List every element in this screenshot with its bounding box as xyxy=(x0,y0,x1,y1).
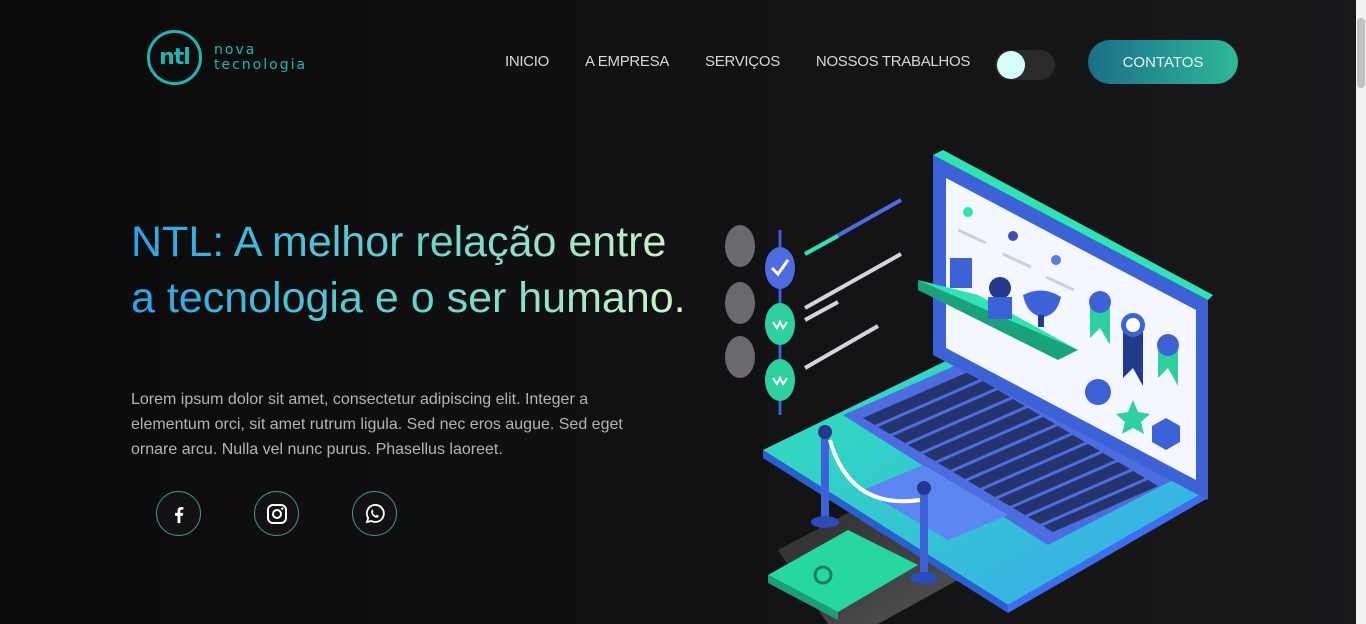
logo-text-line1: nova xyxy=(214,41,257,58)
logo[interactable]: ntl nova tecnologia xyxy=(147,30,307,85)
facebook-button[interactable] xyxy=(156,491,201,536)
logo-text: nova tecnologia xyxy=(214,41,308,73)
contatos-button[interactable]: CONTATOS xyxy=(1088,40,1238,84)
theme-toggle[interactable] xyxy=(995,50,1055,80)
nav-item-a-empresa[interactable]: A EMPRESA xyxy=(585,53,669,70)
scrollbar-thumb[interactable] xyxy=(1357,18,1365,88)
theme-toggle-knob xyxy=(997,51,1025,79)
instagram-icon xyxy=(266,503,287,524)
social-links xyxy=(156,491,450,536)
nav-item-nossos-trabalhos[interactable]: NOSSOS TRABALHOS xyxy=(816,53,970,70)
nav-item-inicio[interactable]: INICIO xyxy=(505,53,549,70)
hero-description: Lorem ipsum dolor sit amet, consectetur … xyxy=(131,391,623,458)
hero-title: NTL: A melhor relação entre a tecnologia… xyxy=(131,214,691,326)
facebook-icon xyxy=(174,506,183,523)
laptop-illustration xyxy=(725,150,1213,624)
instagram-button[interactable] xyxy=(254,491,299,536)
whatsapp-button[interactable] xyxy=(352,491,397,536)
main-nav: INICIO A EMPRESA SERVIÇOS NOSSOS TRABALH… xyxy=(505,53,1006,70)
whatsapp-icon xyxy=(365,503,385,523)
scrollbar[interactable] xyxy=(1356,0,1366,624)
nav-item-servicos[interactable]: SERVIÇOS xyxy=(705,53,780,70)
logo-text-line2: tecnologia xyxy=(214,56,308,73)
logo-mark: ntl xyxy=(147,30,202,85)
